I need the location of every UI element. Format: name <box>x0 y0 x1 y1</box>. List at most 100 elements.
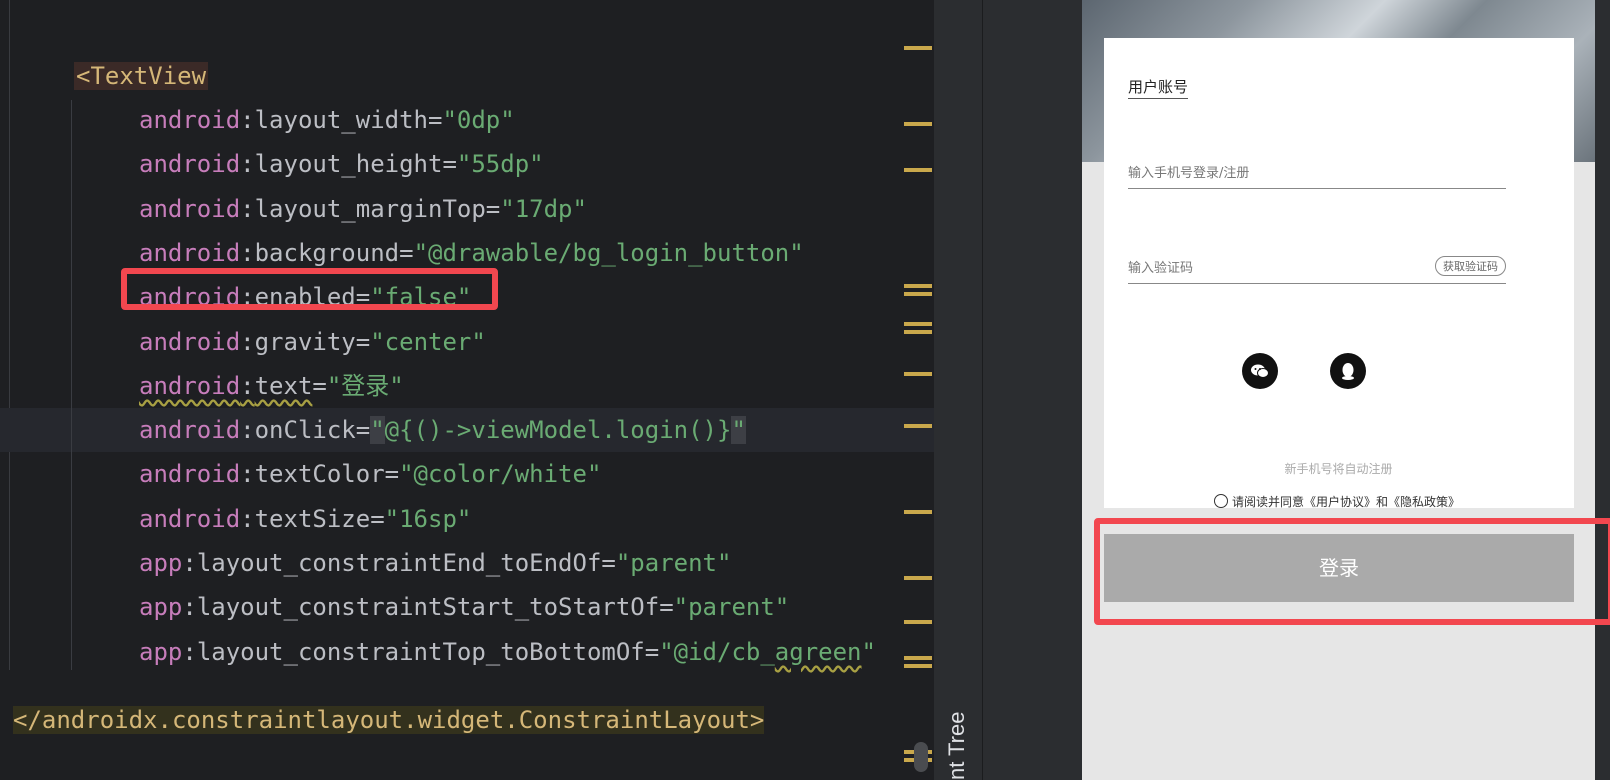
attribute-name-group: android:onClick <box>139 416 356 444</box>
attribute-value-typo: agreen <box>774 638 862 666</box>
attribute-value: "55dp" <box>456 150 544 178</box>
colon-separator: : <box>240 239 255 267</box>
equals-sign: = <box>659 593 674 621</box>
attribute-name: layout_constraintTop_toBottomOf <box>196 638 645 666</box>
namespace-prefix: android <box>139 372 241 400</box>
namespace-prefix: android <box>139 239 241 267</box>
equals-sign: = <box>485 195 501 223</box>
editor-scrollbar[interactable] <box>914 742 928 772</box>
code-placeholder: 输入验证码 <box>1128 261 1194 276</box>
attribute-name: layout_constraintEnd_toEndOf <box>196 549 602 577</box>
attribute-value: "center" <box>370 328 486 356</box>
attribute-name-group: android:textSize <box>139 505 370 533</box>
code-line-text[interactable]: android:text="登录" <box>139 366 404 406</box>
colon-separator: : <box>182 549 197 577</box>
colon-separator: : <box>182 638 197 666</box>
colon-separator: : <box>240 150 255 178</box>
stripe-mark <box>904 46 932 50</box>
attribute-name-group: app:layout_constraintTop_toBottomOf <box>139 638 645 666</box>
stripe-mark <box>904 620 932 624</box>
stripe-mark <box>904 656 932 660</box>
stripe-mark <box>904 576 932 580</box>
stripe-mark <box>904 292 932 296</box>
code-line-open-tag[interactable]: <TextView <box>74 56 209 96</box>
namespace-prefix: app <box>139 638 183 666</box>
value-quote: " <box>731 416 746 444</box>
tool-window-strip <box>934 0 982 780</box>
value-brace: } <box>717 416 732 444</box>
agreement-radio[interactable] <box>1214 494 1228 508</box>
value-quote: " <box>370 416 385 444</box>
stripe-mark <box>904 330 932 334</box>
open-tag: <TextView <box>74 62 209 90</box>
stripe-mark <box>904 168 932 172</box>
attribute-value: "登录" <box>326 372 404 400</box>
agreement-text: 请阅读并同意《用户协议》和《隐私政策》 <box>1232 495 1461 509</box>
equals-sign: = <box>355 328 371 356</box>
stripe-mark <box>904 322 932 326</box>
phone-placeholder: 输入手机号登录/注册 <box>1128 166 1250 181</box>
code-line-layout_marginTop[interactable]: android:layout_marginTop="17dp" <box>139 189 587 229</box>
phone-field[interactable]: 输入手机号登录/注册 <box>1128 156 1506 189</box>
equals-sign: = <box>370 505 385 533</box>
code-line-textColor[interactable]: android:textColor="@color/white" <box>139 454 601 494</box>
code-editor[interactable]: <TextView android:layout_width="0dp" andr… <box>0 0 934 780</box>
attribute-name-group: android:textColor <box>139 460 385 488</box>
code-line-layout_width[interactable]: android:layout_width="0dp" <box>139 100 515 140</box>
code-line-layout_constraintEnd_toEndOf[interactable]: app:layout_constraintEnd_toEndOf="parent… <box>139 543 731 583</box>
enabled-attribute-highlight-box <box>121 268 498 310</box>
code-line-layout_height[interactable]: android:layout_height="55dp" <box>139 144 544 184</box>
qq-icon[interactable] <box>1330 353 1366 389</box>
attribute-value: "@drawable/bg_login_button" <box>413 239 804 267</box>
wechat-icon[interactable] <box>1242 353 1278 389</box>
attribute-name: background <box>254 239 400 267</box>
code-line-textSize[interactable]: android:textSize="16sp" <box>139 499 471 539</box>
code-line-onClick[interactable]: android:onClick="@{()->viewModel.login()… <box>139 410 746 450</box>
code-line-gravity[interactable]: android:gravity="center" <box>139 322 486 362</box>
attribute-value: "@color/white" <box>399 460 602 488</box>
value-quote: " <box>861 638 876 666</box>
gutter-divider <box>9 0 10 670</box>
equals-sign: = <box>442 150 457 178</box>
stripe-mark <box>904 372 932 376</box>
equals-sign: = <box>384 460 400 488</box>
attribute-value: "16sp" <box>384 505 472 533</box>
get-code-button[interactable]: 获取验证码 <box>1435 256 1506 276</box>
equals-sign: = <box>312 372 327 400</box>
attribute-name-group: android:layout_width <box>139 106 428 134</box>
colon-separator: : <box>182 593 197 621</box>
code-line-layout_constraintTop_toBottomOf[interactable]: app:layout_constraintTop_toBottomOf="@id… <box>139 632 876 672</box>
attribute-name: text <box>254 372 313 400</box>
code-line-close-tag[interactable]: </androidx.constraintlayout.widget.Const… <box>13 700 765 740</box>
equals-sign: = <box>428 106 443 134</box>
close-tag: </androidx.constraintlayout.widget.Const… <box>13 706 765 734</box>
namespace-prefix: app <box>139 549 183 577</box>
component-tree-tab[interactable]: nt Tree <box>944 712 970 780</box>
code-line-layout_constraintStart_toStartOf[interactable]: app:layout_constraintStart_toStartOf="pa… <box>139 587 789 627</box>
attribute-name-group: android:layout_marginTop <box>139 195 486 223</box>
code-line-background[interactable]: android:background="@drawable/bg_login_b… <box>139 233 804 273</box>
equals-sign: = <box>355 416 371 444</box>
equals-sign: = <box>644 638 660 666</box>
attribute-name-group: app:layout_constraintStart_toStartOf <box>139 593 659 621</box>
stripe-mark <box>904 122 932 126</box>
namespace-prefix: android <box>139 416 241 444</box>
colon-separator: : <box>240 195 255 223</box>
agreement-row[interactable]: 请阅读并同意《用户协议》和《隐私政策》 <box>1214 493 1460 510</box>
attribute-name-group: app:layout_constraintEnd_toEndOf <box>139 549 601 577</box>
code-field[interactable]: 输入验证码 获取验证码 <box>1128 251 1506 284</box>
colon-separator: : <box>240 460 255 488</box>
stripe-mark <box>904 424 932 428</box>
stripe-mark <box>904 284 932 288</box>
account-title: 用户账号 <box>1128 76 1189 99</box>
colon-separator: : <box>240 106 255 134</box>
indent-guide <box>71 100 72 670</box>
stripe-mark <box>904 510 932 514</box>
auto-register-hint: 新手机号将自动注册 <box>1284 462 1393 476</box>
attribute-value: "0dp" <box>442 106 515 134</box>
attribute-name: layout_marginTop <box>254 195 486 223</box>
attribute-value: "@id/cb_ <box>659 638 775 666</box>
attribute-name-group: android:text <box>139 372 312 400</box>
namespace-prefix: android <box>139 150 241 178</box>
attribute-name: layout_height <box>254 150 443 178</box>
